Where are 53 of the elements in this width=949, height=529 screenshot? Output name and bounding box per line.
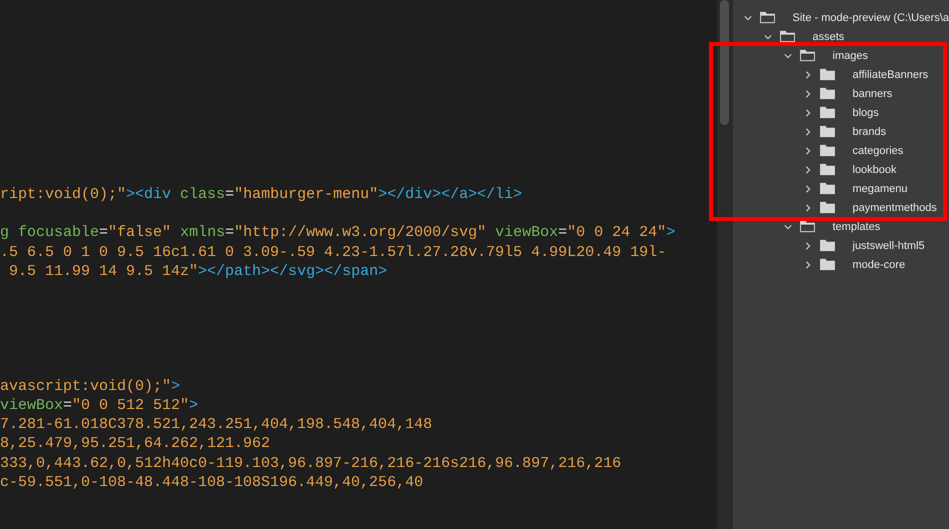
folder-icon xyxy=(818,87,836,100)
chevron-icon[interactable] xyxy=(804,90,812,98)
code-line: 333,0,443.62,0,512h40c0-119.103,96.897-216,216-216s216,96.897,216,216 xyxy=(0,454,622,473)
folder-icon xyxy=(798,220,816,233)
folder-icon xyxy=(818,144,836,157)
folder-name[interactable]: affiliateBanners xyxy=(852,68,928,80)
chevron-icon[interactable] xyxy=(804,184,812,192)
folder-icon xyxy=(818,182,836,195)
folder-icon xyxy=(818,258,836,271)
code-line: viewBox="0 0 512 512"> xyxy=(0,396,198,416)
chevron-icon[interactable] xyxy=(804,146,812,154)
folder-icon xyxy=(818,201,836,214)
folder-name[interactable]: banners xyxy=(852,88,892,100)
folder-name[interactable]: justswell-html5 xyxy=(852,240,925,252)
folder-icon xyxy=(758,11,776,24)
folder-name[interactable]: templates xyxy=(832,220,880,232)
folder-icon xyxy=(818,68,836,81)
chevron-icon[interactable] xyxy=(804,242,812,250)
chevron-icon[interactable] xyxy=(784,52,792,60)
folder-icon xyxy=(778,30,796,43)
folder-icon xyxy=(798,49,816,62)
code-line: 9.5 11.99 14 9.5 14z"></path></svg></span> xyxy=(8,262,388,281)
folder-name[interactable]: lookbook xyxy=(852,164,897,176)
scrollbar[interactable] xyxy=(716,0,732,529)
folder-name[interactable]: images xyxy=(832,50,868,62)
folder-icon xyxy=(818,163,836,176)
code-line: avascript:void(0);"> xyxy=(0,376,180,396)
folder-icon xyxy=(818,239,836,252)
chevron-icon[interactable] xyxy=(804,204,812,212)
chevron-icon[interactable] xyxy=(804,128,812,136)
code-line: ript:void(0);"><div class="hamburger-menu"></div></a></li> xyxy=(0,185,522,204)
folder-name[interactable]: brands xyxy=(852,126,886,138)
chevron-icon[interactable] xyxy=(784,222,792,230)
code-line: .5 6.5 0 1 0 9.5 16c1.61 0 3.09-.59 4.23-1.57l.27.28v.79l5 4.99L20.49 19l- xyxy=(0,242,666,262)
chevron-icon[interactable] xyxy=(804,260,812,268)
folder-name[interactable]: categories xyxy=(852,144,904,156)
code-line: g focusable="false" xmlns="http://www.w3.org/2000/svg" viewBox="0 0 24 24"> xyxy=(0,223,676,243)
folder-name[interactable]: mode-core xyxy=(852,258,906,270)
chevron-icon[interactable] xyxy=(804,166,812,174)
folder-icon xyxy=(818,106,836,119)
chevron-icon[interactable] xyxy=(744,14,752,22)
chevron-icon[interactable] xyxy=(804,70,812,78)
folder-name[interactable]: Site - mode-preview (C:\Users\a xyxy=(792,12,949,24)
chevron-icon[interactable] xyxy=(764,32,772,40)
folder-icon xyxy=(818,125,836,138)
folder-name[interactable]: paymentmethods xyxy=(852,202,937,214)
folder-name[interactable]: megamenu xyxy=(852,182,908,194)
folder-name[interactable]: blogs xyxy=(852,106,879,118)
code-line: c-59.551,0-108-48.448-108-108S196.449,40,256,40 xyxy=(0,472,424,492)
folder-name[interactable]: assets xyxy=(812,30,844,42)
chevron-icon[interactable] xyxy=(804,108,812,116)
code-line: 8,25.479,95.251,64.262,121.962 xyxy=(0,434,270,454)
code-line: 7.281-61.018C378.521,243.251,404,198.548,404,148 xyxy=(0,415,432,434)
